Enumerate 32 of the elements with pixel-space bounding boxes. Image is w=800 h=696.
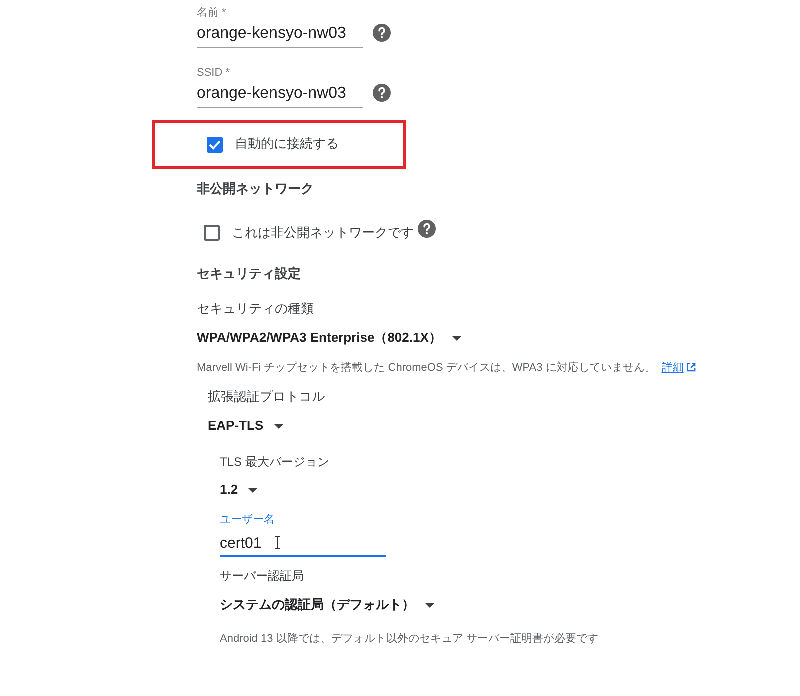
help-icon[interactable] xyxy=(373,24,391,42)
field-label: セキュリティの種類 xyxy=(197,300,315,318)
field-label: ユーザー名 xyxy=(220,513,276,528)
text-field[interactable]: orange-kensyo-nw03 xyxy=(197,24,363,48)
caret-icon xyxy=(274,424,284,429)
checkbox[interactable] xyxy=(207,136,223,153)
external-link-icon xyxy=(686,363,696,372)
text-cursor-icon xyxy=(274,536,281,550)
checkbox[interactable] xyxy=(204,225,220,242)
info-text: Marvell Wi-Fi チップセットを搭載した ChromeOS デバイスは、WPA3 に対応していません。 xyxy=(197,360,656,376)
section-heading: セキュリティ設定 xyxy=(197,266,302,283)
text-field[interactable]: orange-kensyo-nw03 xyxy=(197,84,363,108)
info-text: Android 13 以降では、デフォルト以外のセキュア サーバー証明書が必要です xyxy=(220,632,600,646)
field-label: サーバー認証局 xyxy=(220,569,305,585)
field-label: 拡張認証プロトコル xyxy=(208,389,326,406)
checkbox-label: これは非公開ネットワークです xyxy=(232,224,414,242)
help-icon[interactable] xyxy=(418,220,436,238)
field-label: SSID * xyxy=(197,66,232,80)
help-icon[interactable] xyxy=(373,84,391,102)
field-label: 名前 * xyxy=(197,6,228,20)
checkbox-label: 自動的に接続する xyxy=(235,136,339,154)
details-link[interactable]: 詳細 xyxy=(662,360,684,376)
dropdown[interactable]: システムの認証局（デフォルト） xyxy=(220,596,415,614)
caret-icon xyxy=(425,602,435,608)
caret-icon xyxy=(248,488,258,494)
field-label: TLS 最大バージョン xyxy=(220,454,330,470)
dropdown[interactable]: EAP-TLS xyxy=(208,418,264,435)
caret-icon xyxy=(452,336,462,341)
text-field[interactable]: cert01 xyxy=(220,534,386,558)
section-heading: 非公開ネットワーク xyxy=(197,181,315,198)
dropdown[interactable]: WPA/WPA2/WPA3 Enterprise（802.1X） xyxy=(197,330,442,347)
dropdown[interactable]: 1.2 xyxy=(220,482,238,500)
